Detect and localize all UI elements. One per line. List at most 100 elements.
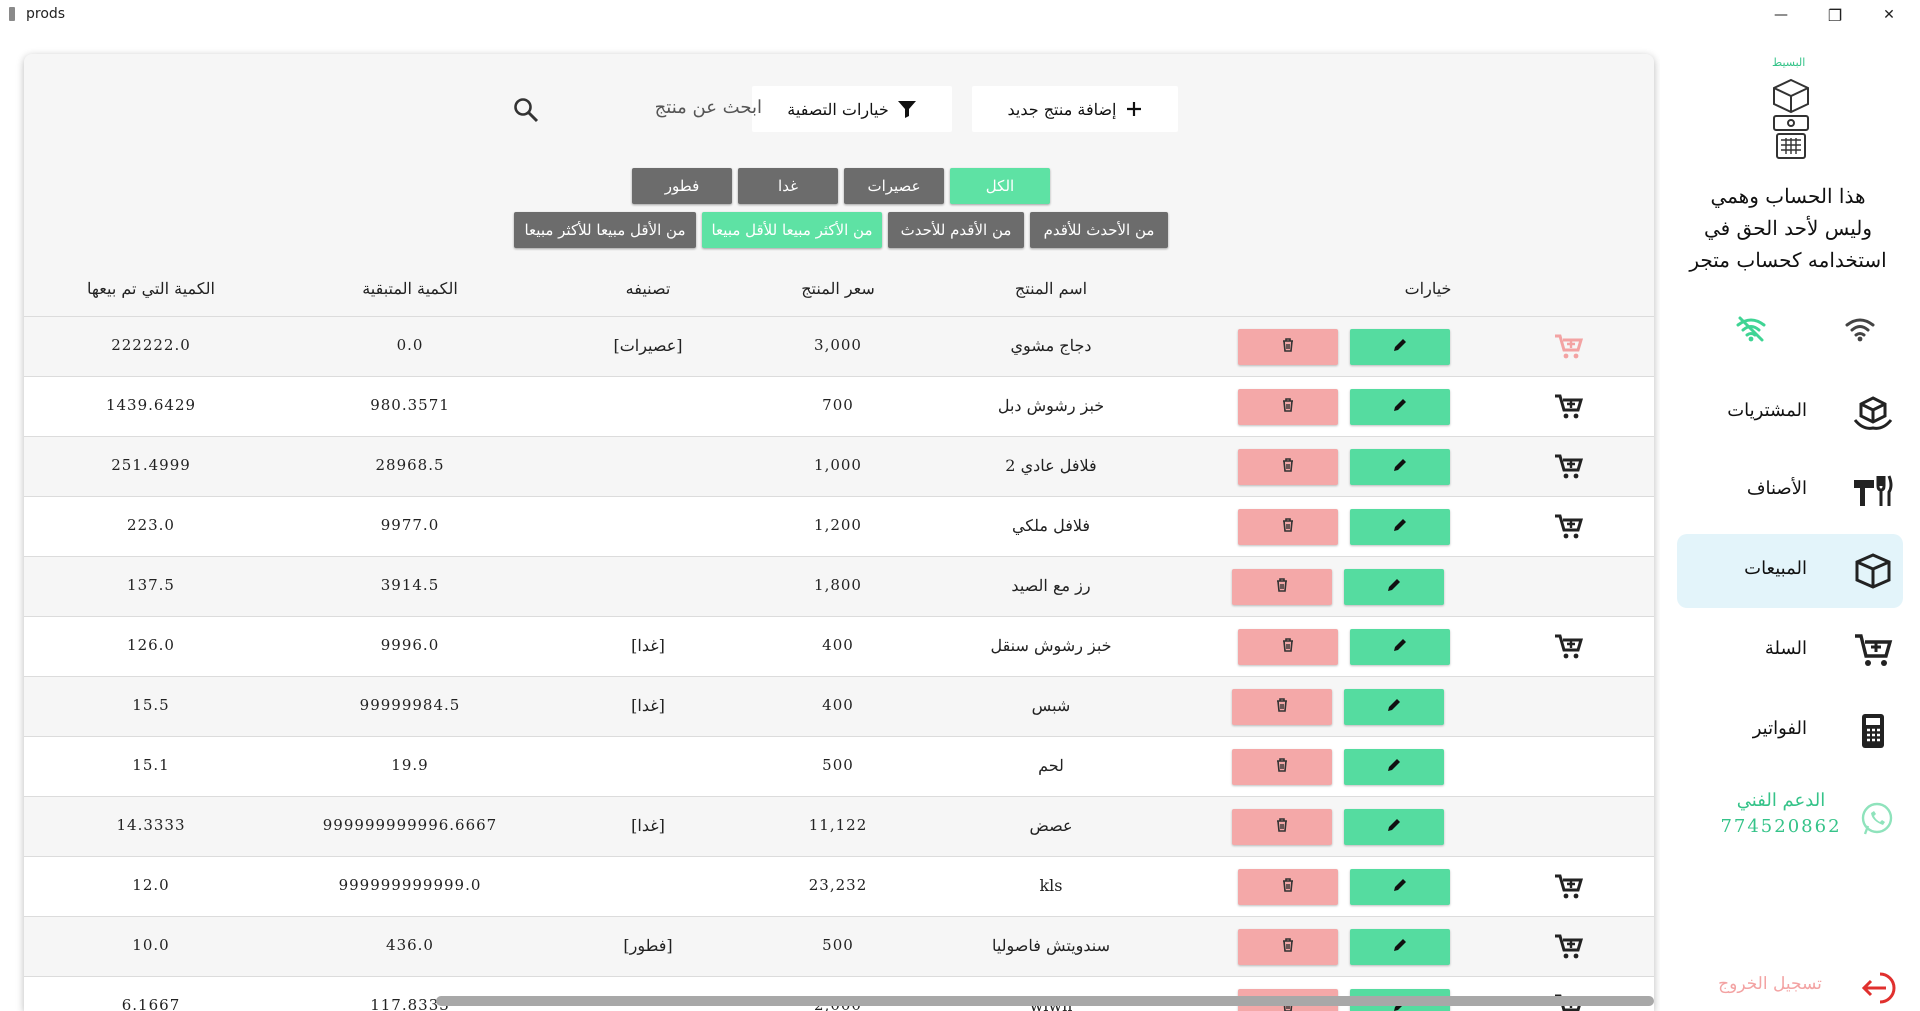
wifi-icon <box>1845 318 1875 342</box>
remaining-quantity: 999999999996.6667 <box>322 816 498 834</box>
col-options: خيارات <box>1404 279 1452 298</box>
category-chip-juices[interactable]: عصيرات <box>844 168 944 204</box>
edit-button[interactable] <box>1350 449 1450 485</box>
pencil-icon <box>1386 697 1402 717</box>
sidebar: البسيط هذا الحساب وهمي وليس لأحد الحق في… <box>1660 30 1920 1011</box>
col-price: سعر المنتج <box>801 279 875 298</box>
pencil-icon <box>1392 337 1408 357</box>
add-product-button[interactable]: إضافة منتج جديد <box>972 86 1178 132</box>
product-name: kls <box>1039 876 1063 895</box>
sold-quantity: 126.0 <box>127 636 175 654</box>
wifi-off-icon <box>1736 316 1766 342</box>
delete-button[interactable] <box>1238 629 1338 665</box>
edit-button[interactable] <box>1344 749 1444 785</box>
nav-purchases-label: المشتريات <box>1727 400 1807 421</box>
delete-button[interactable] <box>1232 569 1332 605</box>
sold-quantity: 10.0 <box>132 936 170 954</box>
product-name: خبز رشوش سنقل <box>990 636 1112 655</box>
filter-options-button[interactable]: خيارات التصفية <box>752 86 952 132</box>
pencil-icon <box>1392 397 1408 417</box>
nav-purchases[interactable]: المشتريات <box>1677 376 1903 450</box>
edit-button[interactable] <box>1344 809 1444 845</box>
add-to-cart-icon[interactable] <box>1554 933 1584 961</box>
delete-button[interactable] <box>1232 749 1332 785</box>
app-icon <box>9 7 15 21</box>
nav-invoices-label: الفواتير <box>1752 718 1807 739</box>
edit-button[interactable] <box>1344 689 1444 725</box>
edit-button[interactable] <box>1350 629 1450 665</box>
edit-button[interactable] <box>1350 509 1450 545</box>
delete-button[interactable] <box>1232 689 1332 725</box>
maximize-button[interactable]: ❐ <box>1812 0 1858 30</box>
add-to-cart-icon[interactable] <box>1554 873 1584 901</box>
product-name: فلافل ملكي <box>1011 516 1091 535</box>
support-block[interactable]: الدعم الفني 774520862 <box>1706 788 1856 840</box>
logo-label: البسيط <box>1772 56 1806 69</box>
product-name: رز مع الصيد <box>1011 576 1091 595</box>
cart-icon <box>1855 634 1893 666</box>
utensils-icon <box>1854 475 1893 506</box>
product-name: خبز رشوش دبل <box>997 396 1105 415</box>
logout-icon[interactable] <box>1860 970 1898 1006</box>
delete-button[interactable] <box>1238 329 1338 365</box>
sort-oldest-first[interactable]: من الأقدم للأحدث <box>888 212 1024 248</box>
horizontal-scrollbar[interactable] <box>436 996 1654 1006</box>
pencil-icon <box>1392 637 1408 657</box>
sold-quantity: 15.5 <box>132 696 170 714</box>
add-to-cart-icon[interactable] <box>1554 453 1584 481</box>
table-row: kls 23,232 999999999999.0 12.0 <box>24 856 1654 916</box>
edit-button[interactable] <box>1350 389 1450 425</box>
add-to-cart-icon[interactable] <box>1554 393 1584 421</box>
pencil-icon <box>1392 937 1408 957</box>
delete-button[interactable] <box>1238 509 1338 545</box>
add-to-cart-icon[interactable] <box>1554 333 1584 361</box>
support-label: الدعم الفني <box>1736 790 1826 811</box>
category-chip-breakfast[interactable]: فطور <box>632 168 732 204</box>
nav-sales[interactable]: المبيعات <box>1677 534 1903 608</box>
logout-label[interactable]: تسجيل الخروج <box>1710 974 1830 994</box>
product-price: 400 <box>822 696 854 714</box>
nav-categories[interactable]: الأصناف <box>1677 454 1903 528</box>
product-category: [غدا] <box>631 816 665 835</box>
trash-icon <box>1280 397 1296 417</box>
nav-cart[interactable]: السلة <box>1677 614 1903 688</box>
product-price: 23,232 <box>808 876 868 894</box>
remaining-quantity: 99999984.5 <box>359 696 461 714</box>
search-icon[interactable] <box>512 96 540 124</box>
remaining-quantity: 999999999999.0 <box>338 876 482 894</box>
support-phone: 774520862 <box>1720 816 1842 837</box>
whatsapp-icon[interactable] <box>1858 800 1896 838</box>
sort-least-sold[interactable]: من الأقل مبيعا للأكثر مبيعا <box>514 212 696 248</box>
category-chip-all[interactable]: الكل <box>950 168 1050 204</box>
product-price: 700 <box>822 396 854 414</box>
delete-button[interactable] <box>1238 869 1338 905</box>
delete-button[interactable] <box>1238 929 1338 965</box>
edit-button[interactable] <box>1350 329 1450 365</box>
products-panel: إضافة منتج جديد خيارات التصفية ابحث عن م… <box>24 54 1654 1011</box>
nav-invoices[interactable]: الفواتير <box>1677 694 1903 768</box>
product-category: [غدا] <box>631 636 665 655</box>
pencil-icon <box>1386 817 1402 837</box>
trash-icon <box>1280 457 1296 477</box>
trash-icon <box>1274 757 1290 777</box>
add-to-cart-icon[interactable] <box>1554 633 1584 661</box>
edit-button[interactable] <box>1344 569 1444 605</box>
edit-button[interactable] <box>1350 869 1450 905</box>
sort-newest-first[interactable]: من الأحدث للأقدم <box>1030 212 1168 248</box>
category-chip-lunch[interactable]: غدا <box>738 168 838 204</box>
product-name: عصض <box>1029 816 1073 835</box>
edit-button[interactable] <box>1350 929 1450 965</box>
trash-icon <box>1280 517 1296 537</box>
delete-button[interactable] <box>1238 389 1338 425</box>
search-input[interactable]: ابحث عن منتج <box>612 97 762 118</box>
add-to-cart-icon[interactable] <box>1554 513 1584 541</box>
minimize-button[interactable]: — <box>1758 0 1804 30</box>
product-price: 1,800 <box>814 576 862 594</box>
product-category: [فطور] <box>623 936 673 955</box>
remaining-quantity: 0.0 <box>396 336 424 354</box>
delete-button[interactable] <box>1232 809 1332 845</box>
delete-button[interactable] <box>1238 449 1338 485</box>
add-product-label: إضافة منتج جديد <box>1007 99 1117 119</box>
close-button[interactable]: ✕ <box>1866 0 1912 30</box>
sort-most-sold[interactable]: من الأكثر مبيعا للأقل مبيعا <box>702 212 882 248</box>
